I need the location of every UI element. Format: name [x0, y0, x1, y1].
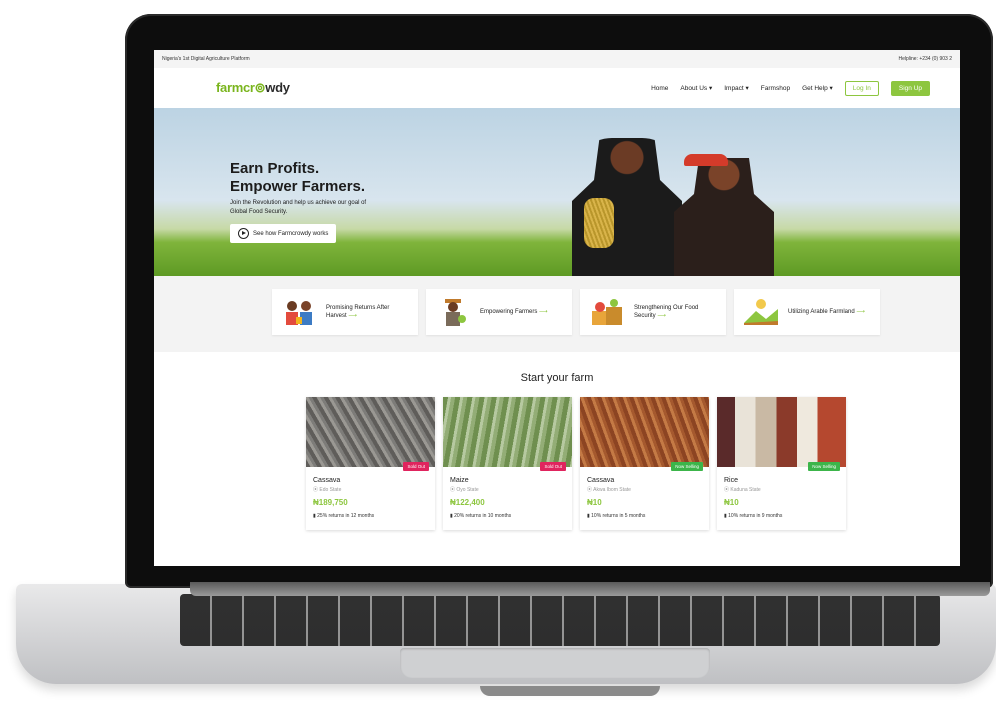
returns-icon	[282, 297, 316, 327]
feature-food-security[interactable]: Strengthening Our Food Security ⟶	[580, 289, 726, 335]
card-location: Kaduna State	[730, 487, 761, 493]
nav-get-help[interactable]: Get Help ▾	[802, 84, 833, 92]
card-price: ₦10	[587, 498, 602, 507]
nav-impact[interactable]: Impact ▾	[724, 84, 749, 92]
section-title: Start your farm	[520, 372, 594, 384]
nav-about[interactable]: About Us ▾	[680, 84, 712, 92]
card-image: Now Selling	[717, 397, 846, 471]
status-badge: Now Selling	[671, 462, 703, 471]
signup-button[interactable]: Sign Up	[890, 80, 930, 96]
card-returns: 10% returns in 9 months	[728, 513, 783, 519]
card-location: Edo State	[319, 487, 342, 493]
card-name: Maize	[450, 477, 469, 484]
farm-card[interactable]: Sold Out Cassava ⦿ Edo State ₦189,750 ▮ …	[306, 397, 435, 530]
card-name: Cassava	[313, 477, 341, 484]
card-price: ₦122,400	[450, 498, 485, 507]
card-name: Cassava	[587, 477, 615, 484]
farmer-image-2	[674, 158, 774, 276]
laptop-foot	[480, 686, 660, 696]
hero-banner: Earn Profits. Empower Farmers. Join the …	[154, 108, 960, 276]
rice-bundle	[584, 198, 614, 248]
card-returns: 20% returns in 10 months	[454, 513, 512, 519]
card-returns: 25% returns in 12 months	[317, 513, 375, 519]
features-row: Promising Returns After Harvest ⟶ Empowe…	[154, 276, 960, 352]
nav-home[interactable]: Home	[651, 85, 668, 92]
status-badge: Now Selling	[808, 462, 840, 471]
screen: Nigeria's 1st Digital Agriculture Platfo…	[154, 50, 960, 566]
feature-farmers[interactable]: Empowering Farmers ⟶	[426, 289, 572, 335]
top-bar: Nigeria's 1st Digital Agriculture Platfo…	[154, 50, 960, 68]
laptop: Nigeria's 1st Digital Agriculture Platfo…	[0, 0, 996, 713]
laptop-hinge	[190, 582, 990, 596]
card-price: ₦189,750	[313, 498, 348, 507]
arrow-right-icon: ⟶	[657, 313, 666, 319]
farm-card[interactable]: Sold Out Maize ⦿ Oyo State ₦122,400 ▮ 20…	[443, 397, 572, 530]
nav-farmshop[interactable]: Farmshop	[761, 85, 790, 92]
play-icon	[238, 228, 249, 239]
nav-menu: Home About Us ▾ Impact ▾ Farmshop Get He…	[651, 80, 930, 96]
login-button[interactable]: Log In	[844, 80, 879, 96]
farm-cards: Sold Out Cassava ⦿ Edo State ₦189,750 ▮ …	[154, 397, 960, 530]
tagline: Nigeria's 1st Digital Agriculture Platfo…	[162, 56, 250, 62]
keyboard	[180, 594, 940, 646]
hero-subtitle: Join the Revolution and help us achieve …	[230, 200, 367, 215]
feature-farmland[interactable]: Utilizing Arable Farmland ⟶	[734, 289, 880, 335]
card-location: Akwa Ibom State	[593, 487, 631, 493]
feature-returns[interactable]: Promising Returns After Harvest ⟶	[272, 289, 418, 335]
farm-card[interactable]: Now Selling Rice ⦿ Kaduna State ₦10 ▮ 10…	[717, 397, 846, 530]
produce-icon	[590, 297, 624, 327]
card-image: Sold Out	[306, 397, 435, 471]
feature-farmers-text: Empowering Farmers	[480, 309, 538, 315]
farmland-icon	[744, 297, 778, 327]
helpline: Helpline: +234 (0) 903 2	[898, 56, 952, 62]
logo[interactable]: farmcr⊚wdy	[216, 80, 290, 96]
feature-food-security-text: Strengthening Our Food Security	[634, 305, 699, 319]
arrow-right-icon: ⟶	[348, 313, 357, 319]
navbar: farmcr⊚wdy Home About Us ▾ Impact ▾ Farm…	[154, 68, 960, 108]
farmer-icon	[436, 297, 470, 327]
trackpad	[400, 648, 710, 678]
feature-farmland-text: Utilizing Arable Farmland	[788, 309, 855, 315]
card-image: Sold Out	[443, 397, 572, 471]
arrow-right-icon: ⟶	[539, 309, 548, 315]
hero-text: Earn Profits. Empower Farmers. Join the …	[230, 160, 380, 244]
how-it-works-button[interactable]: See how Farmcrowdy works	[230, 224, 337, 243]
status-badge: Sold Out	[540, 462, 566, 471]
logo-tree-icon: ⊚	[254, 80, 266, 95]
card-price: ₦10	[724, 498, 739, 507]
hero-heading-1: Earn Profits.	[230, 160, 320, 177]
card-name: Rice	[724, 477, 739, 484]
card-image: Now Selling	[580, 397, 709, 471]
card-location: Oyo State	[456, 487, 479, 493]
how-it-works-label: See how Farmcrowdy works	[253, 230, 329, 237]
logo-text-2: wdy	[265, 80, 290, 95]
arrow-right-icon: ⟶	[856, 309, 865, 315]
status-badge: Sold Out	[403, 462, 429, 471]
logo-text-1: farmcr	[216, 80, 255, 95]
card-returns: 10% returns in 5 months	[591, 513, 646, 519]
farm-card[interactable]: Now Selling Cassava ⦿ Akwa Ibom State ₦1…	[580, 397, 709, 530]
feature-returns-text: Promising Returns After Harvest	[326, 305, 390, 319]
headwrap	[684, 154, 728, 166]
hero-heading-2: Empower Farmers.	[230, 178, 366, 195]
